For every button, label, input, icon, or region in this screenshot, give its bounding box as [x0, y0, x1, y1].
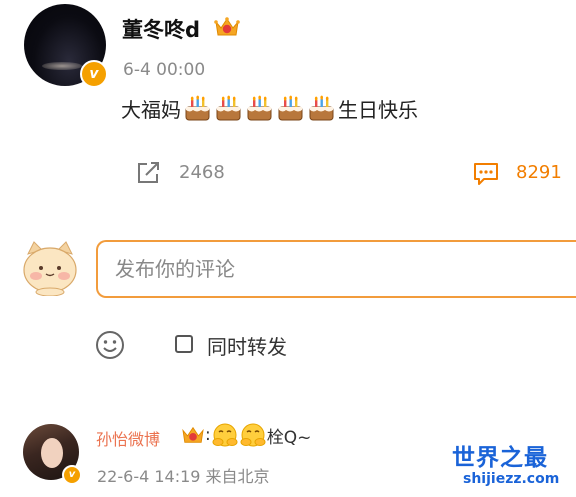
repost-label[interactable]: 同时转发 [207, 331, 287, 360]
cake-emoji [247, 95, 272, 120]
hug-emoji-icon [212, 423, 238, 447]
post-text: 大福妈 生日快乐 [121, 94, 418, 123]
share-icon[interactable] [136, 161, 162, 185]
post-text-before: 大福妈 [121, 98, 181, 122]
crown-icon [182, 426, 204, 443]
current-user-avatar [23, 241, 77, 296]
author-name[interactable]: 董冬咚d [122, 14, 200, 44]
cake-emoji [309, 95, 334, 120]
avatar-image-glow [42, 62, 82, 70]
cake-emoji-group [182, 95, 337, 123]
comment-icon[interactable] [472, 161, 500, 187]
verified-icon: v [80, 60, 108, 88]
avatar-face [41, 438, 63, 468]
crown-icon [214, 17, 240, 36]
reply-timestamp: 22-6-4 14:19 来自北京 [97, 467, 270, 486]
cake-emoji [216, 95, 241, 120]
hug-emoji-icon [240, 423, 266, 447]
watermark-url: shijiezz.com [463, 471, 560, 487]
post-text-after: 生日快乐 [338, 98, 418, 122]
comment-input[interactable] [96, 240, 576, 298]
share-count[interactable]: 2468 [179, 162, 225, 183]
cake-emoji [185, 95, 210, 120]
emoji-icon[interactable] [95, 330, 125, 360]
post-timestamp: 6-4 00:00 [123, 60, 206, 80]
reply-text: 栓Q~ [266, 427, 312, 448]
reply-content: : 栓Q~ [181, 422, 311, 448]
comment-count[interactable]: 8291 [516, 162, 562, 183]
watermark-logo: 世界之最 [452, 445, 548, 471]
cake-emoji [278, 95, 303, 120]
reply-verified-icon: v [62, 465, 82, 485]
repost-checkbox[interactable] [175, 335, 193, 353]
reply-username[interactable]: 孙怡微博 [96, 426, 160, 450]
